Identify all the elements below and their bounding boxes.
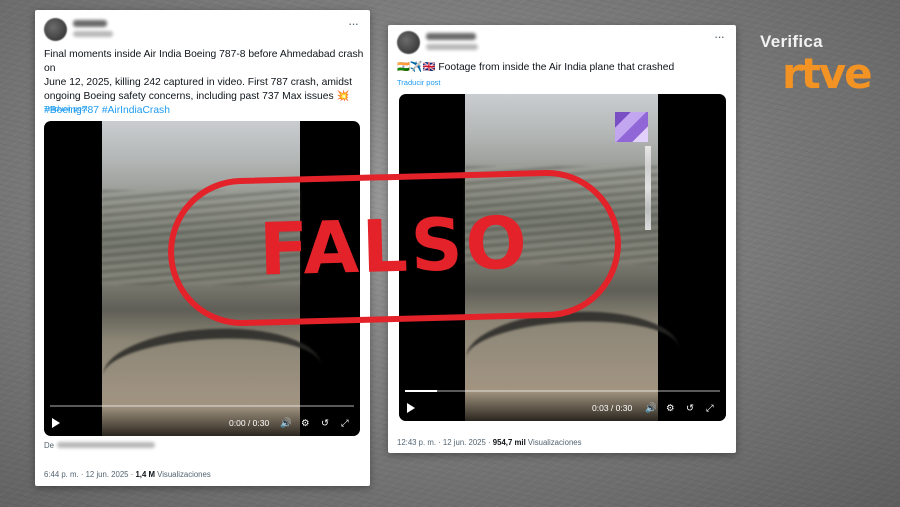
post-meta: 6:44 p. m. · 12 jun. 2025 · 1,4 M Visual… — [44, 470, 211, 479]
video-controls — [399, 391, 726, 421]
translate-post-link[interactable]: Traducir post — [397, 78, 441, 87]
post-text-line: Footage from inside the Air India plane … — [438, 62, 675, 73]
play-icon[interactable] — [52, 418, 60, 428]
post-text-line: ongoing Boeing safety concerns, includin… — [44, 91, 350, 102]
settings-icon[interactable]: ⚙ — [666, 403, 675, 415]
fullscreen-icon[interactable]: ⤢ — [706, 403, 714, 415]
brand-rtve: rtve — [782, 49, 873, 98]
display-name-blurred[interactable] — [73, 20, 107, 27]
post-timestamp[interactable]: 12:43 p. m. · 12 jun. 2025 · — [397, 438, 491, 447]
video-progress-fill — [405, 390, 437, 392]
more-icon[interactable]: ··· — [348, 16, 359, 31]
fullscreen-icon[interactable]: ⤢ — [341, 418, 349, 430]
post-meta: 12:43 p. m. · 12 jun. 2025 · 954,7 mil V… — [397, 438, 582, 447]
replay-icon[interactable]: ↺ — [686, 403, 694, 415]
display-name-blurred[interactable] — [426, 33, 476, 40]
post-text-line: June 12, 2025, killing 242 captured in v… — [44, 77, 352, 88]
video-controls — [44, 406, 360, 436]
views-label: Visualizaciones — [157, 470, 211, 479]
from-attribution: De — [44, 441, 54, 450]
translate-post-link[interactable]: Traducir post — [44, 104, 88, 113]
volume-icon[interactable]: 🔊 — [645, 403, 657, 415]
source-account-blurred[interactable] — [57, 442, 155, 448]
avatar[interactable] — [44, 18, 67, 41]
verifica-rtve-logo: Verifica rtve — [760, 32, 880, 104]
views-label: Visualizaciones — [527, 438, 582, 447]
views-count: 954,7 mil — [492, 438, 526, 447]
views-count: 1,4 M — [135, 470, 155, 479]
volume-icon[interactable]: 🔊 — [280, 418, 292, 430]
video-progress-bar[interactable] — [50, 405, 354, 407]
pixelated-overlay — [615, 112, 648, 142]
avatar[interactable] — [397, 31, 420, 54]
username-blurred[interactable] — [73, 31, 113, 37]
post-text-line: Final moments inside Air India Boeing 78… — [44, 49, 364, 74]
replay-icon[interactable]: ↺ — [321, 418, 329, 430]
flags-emoji: 🇮🇳✈️🇬🇧 — [397, 62, 436, 73]
post-text: Final moments inside Air India Boeing 78… — [44, 48, 366, 118]
more-icon[interactable]: ··· — [714, 29, 725, 44]
video-time: 0:03 / 0:30 — [592, 403, 633, 413]
settings-icon[interactable]: ⚙ — [301, 418, 310, 430]
video-progress-bar[interactable] — [405, 390, 720, 392]
falso-stamp: FALSO — [166, 168, 623, 328]
pixelated-overlay — [645, 146, 651, 230]
post-text: 🇮🇳✈️🇬🇧 Footage from inside the Air India… — [397, 61, 727, 75]
post-timestamp[interactable]: 6:44 p. m. · 12 jun. 2025 · — [44, 470, 133, 479]
username-blurred[interactable] — [426, 44, 478, 50]
falso-label: FALSO — [258, 200, 531, 292]
video-time: 0:00 / 0:30 — [229, 418, 270, 428]
hashtags-link[interactable]: #Boeing787 #AirIndiaCrash — [44, 104, 366, 118]
play-icon[interactable] — [407, 403, 415, 413]
